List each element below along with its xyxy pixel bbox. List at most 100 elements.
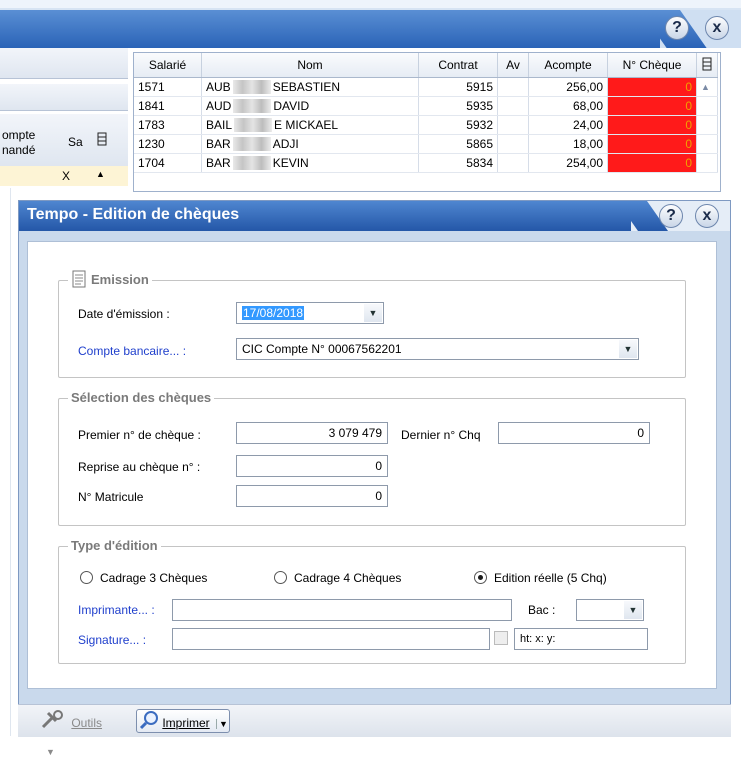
cell-contrat: 5915 xyxy=(418,77,498,97)
premier-cheque-label: Premier n° de chèque : xyxy=(78,428,201,442)
radio-cadrage-3[interactable] xyxy=(80,571,93,584)
cell-contrat: 5834 xyxy=(418,153,498,173)
magnifier-icon xyxy=(139,710,159,738)
cell-acompte: 24,00 xyxy=(528,115,608,135)
redacted-name xyxy=(232,156,271,171)
cell-nom: AUD DAVID xyxy=(201,96,419,116)
compte-bancaire-value: CIC Compte N° 00067562201 xyxy=(242,342,402,356)
date-emission-label: Date d'émission : xyxy=(78,307,170,321)
table-row[interactable]: 1783 BAIL E MICKAEL 5932 24,00 0 xyxy=(134,115,718,135)
reprise-cheque-input[interactable]: 0 xyxy=(236,455,388,477)
cell-acompte: 18,00 xyxy=(528,134,608,154)
chevron-down-icon[interactable]: ▼ xyxy=(619,340,637,358)
chevron-down-icon[interactable]: ▼ xyxy=(216,719,228,730)
bac-label: Bac : xyxy=(528,603,556,617)
cell-contrat: 5935 xyxy=(418,96,498,116)
col-cheque[interactable]: N° Chèque xyxy=(607,53,697,78)
compte-bancaire-select[interactable]: CIC Compte N° 00067562201 ▼ xyxy=(236,338,639,360)
cell-salarie: 1230 xyxy=(134,134,202,154)
app-title-bar: ? x xyxy=(0,0,741,48)
chevron-down-icon[interactable]: ▼ xyxy=(624,601,642,619)
col-salarie[interactable]: Salarié xyxy=(134,53,202,78)
cell-acompte: 254,00 xyxy=(528,153,608,173)
radio-cadrage-4[interactable] xyxy=(274,571,287,584)
col-nom[interactable]: Nom xyxy=(201,53,419,78)
matricule-input[interactable]: 0 xyxy=(236,485,388,507)
cell-av xyxy=(497,96,529,116)
left-row-value: X xyxy=(62,169,71,183)
scroll-up-icon[interactable]: ▲ xyxy=(96,169,105,179)
tools-icon xyxy=(40,709,64,739)
signature-input[interactable] xyxy=(172,628,490,650)
signature-checkbox[interactable] xyxy=(494,631,508,645)
outils-button[interactable]: Outils ▼ xyxy=(40,709,120,757)
cell-salarie: 1841 xyxy=(134,96,202,116)
cell-nom: BAR KEVIN xyxy=(201,153,419,173)
cheque-edition-dialog: Tempo - Edition de chèques ? x Emission … xyxy=(18,200,731,736)
imprimer-button[interactable]: Imprimer ▼ xyxy=(136,709,230,733)
table-row[interactable]: 1841 AUD DAVID 5935 68,00 0 xyxy=(134,96,718,116)
left-header-line1: ompte xyxy=(2,128,36,142)
radio-cadrage-3-label[interactable]: Cadrage 3 Chèques xyxy=(100,571,207,585)
cell-contrat: 5932 xyxy=(418,115,498,135)
dialog-content: Emission Date d'émission : 17/08/2018 ▼ … xyxy=(27,241,717,689)
help-button[interactable]: ? xyxy=(665,16,689,40)
redacted-name xyxy=(232,137,271,152)
dialog-help-button[interactable]: ? xyxy=(659,204,683,228)
premier-cheque-input[interactable]: 3 079 479 xyxy=(236,422,388,444)
signature-coords-input[interactable]: ht: x: y: xyxy=(514,628,648,650)
signature-label[interactable]: Signature... : xyxy=(78,633,146,647)
matricule-label: N° Matricule xyxy=(78,490,144,504)
dernier-cheque-input[interactable]: 0 xyxy=(498,422,650,444)
imprimante-label[interactable]: Imprimante... : xyxy=(78,603,155,617)
cell-cheque: 0 xyxy=(607,153,697,173)
radio-edition-reelle[interactable] xyxy=(474,571,487,584)
emission-group xyxy=(58,280,686,378)
redacted-name xyxy=(232,80,271,95)
chevron-down-icon[interactable]: ▼ xyxy=(46,747,55,757)
cell-nom: BAIL E MICKAEL xyxy=(201,115,419,135)
document-icon xyxy=(71,270,87,291)
cell-acompte: 256,00 xyxy=(528,77,608,97)
cell-salarie: 1783 xyxy=(134,115,202,135)
date-emission-picker[interactable]: 17/08/2018 ▼ xyxy=(236,302,384,324)
table-row[interactable]: 1704 BAR KEVIN 5834 254,00 0 xyxy=(134,153,718,173)
bottom-toolbar: Outils ▼ Imprimer ▼ xyxy=(18,704,731,757)
date-emission-value: 17/08/2018 xyxy=(242,306,305,320)
col-contrat[interactable]: Contrat xyxy=(418,53,498,78)
imprimante-input[interactable] xyxy=(172,599,512,621)
cell-av xyxy=(497,153,529,173)
close-button[interactable]: x xyxy=(705,16,729,40)
col-av[interactable]: Av xyxy=(497,53,529,78)
table-row[interactable]: 1230 BAR ADJI 5865 18,00 0 xyxy=(134,134,718,154)
column-sa-header[interactable]: Sa xyxy=(68,135,83,149)
dialog-close-button[interactable]: x xyxy=(695,204,719,228)
outils-label: Outils xyxy=(71,716,103,731)
bac-select[interactable]: ▼ xyxy=(576,599,644,621)
cell-salarie: 1704 xyxy=(134,153,202,173)
compte-bancaire-label[interactable]: Compte bancaire... : xyxy=(78,344,186,358)
left-header-line2: nandé xyxy=(2,143,36,157)
dialog-title-bar: Tempo - Edition de chèques ? x xyxy=(19,201,730,231)
redacted-name xyxy=(233,99,272,114)
imprimer-label: Imprimer xyxy=(162,716,210,731)
cell-cheque: 0 xyxy=(607,96,697,116)
cell-cheque: 0 xyxy=(607,134,697,154)
grid-settings-icon[interactable] xyxy=(96,131,108,150)
advances-grid: Salarié Nom Contrat Av Acompte N° Chèque… xyxy=(133,52,721,192)
table-row[interactable]: 1571 AUB SEBASTIEN 5915 256,00 0 ▲ xyxy=(134,77,718,97)
cell-av xyxy=(497,134,529,154)
col-acompte[interactable]: Acompte xyxy=(528,53,608,78)
edition-legend: Type d'édition xyxy=(68,538,161,553)
dialog-title: Tempo - Edition de chèques xyxy=(27,206,240,223)
cell-salarie: 1571 xyxy=(134,77,202,97)
radio-edition-reelle-label[interactable]: Edition réelle (5 Chq) xyxy=(494,571,607,585)
chevron-down-icon[interactable]: ▼ xyxy=(364,304,382,322)
emission-legend-text: Emission xyxy=(91,271,149,287)
cell-av xyxy=(497,115,529,135)
redacted-name xyxy=(234,118,273,133)
radio-cadrage-4-label[interactable]: Cadrage 4 Chèques xyxy=(294,571,401,585)
cell-acompte: 68,00 xyxy=(528,96,608,116)
grid-settings-icon[interactable] xyxy=(696,53,718,78)
scroll-up-icon[interactable]: ▲ xyxy=(696,77,718,97)
